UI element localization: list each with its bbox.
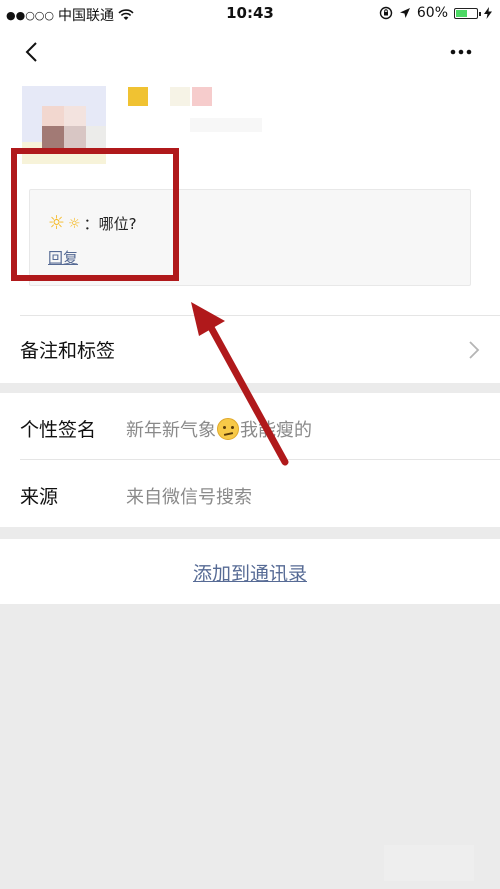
highlight-annotation-box xyxy=(11,148,179,281)
battery-percent: 60% xyxy=(416,5,448,21)
signature-text-start: 新年新气象 xyxy=(126,420,216,441)
ellipsis-icon[interactable] xyxy=(448,40,474,64)
charging-bolt-icon xyxy=(484,7,492,19)
add-to-contacts-button[interactable]: 添加到通讯录 xyxy=(0,559,500,586)
status-bar: ●●○○○ 中国联通 10:43 60% xyxy=(0,0,500,26)
navigation-bar xyxy=(0,26,500,76)
battery-icon xyxy=(454,7,481,19)
remarks-and-tags-label: 备注和标签 xyxy=(20,340,116,362)
watermark xyxy=(384,845,474,881)
status-right: 60% xyxy=(379,5,492,21)
battery-level-fill xyxy=(456,9,468,17)
thinking-emoji-icon xyxy=(217,418,239,440)
source-label: 来源 xyxy=(20,486,59,508)
chevron-left-icon[interactable] xyxy=(20,40,44,64)
chevron-right-icon xyxy=(469,341,480,359)
wechat-id-blurred xyxy=(190,118,262,132)
signature-row: 个性签名 新年新气象 我能瘦的 xyxy=(0,393,500,460)
location-arrow-icon xyxy=(399,8,410,18)
signature-text-end: 我能瘦的 xyxy=(240,420,312,441)
source-row: 来源 来自微信号搜索 xyxy=(0,460,500,527)
source-value: 来自微信号搜索 xyxy=(126,487,252,508)
signature-value: 新年新气象 我能瘦的 xyxy=(126,416,312,442)
profile-details-section: 个性签名 新年新气象 我能瘦的 来源 来自微信号搜索 xyxy=(0,393,500,527)
add-contact-section: 添加到通讯录 xyxy=(0,539,500,604)
remarks-and-tags-row[interactable]: 备注和标签 xyxy=(0,316,500,383)
orientation-lock-icon xyxy=(379,6,393,20)
signature-label: 个性签名 xyxy=(20,419,97,441)
